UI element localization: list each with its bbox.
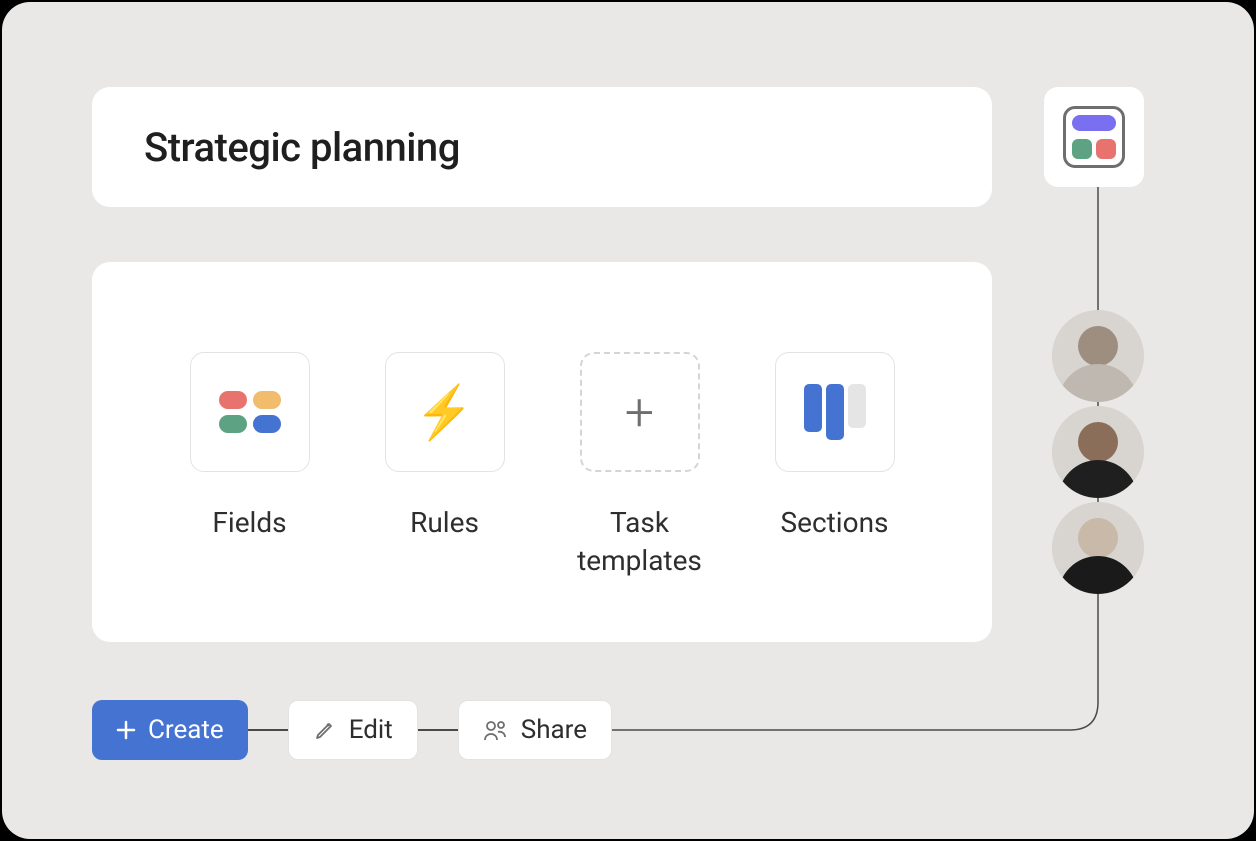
feature-label: Fields [212,504,286,542]
title-card: Strategic planning [92,87,992,207]
avatar-user-2[interactable] [1052,406,1144,498]
create-button[interactable]: Create [92,700,248,760]
avatar-user-3[interactable] [1052,502,1144,594]
action-bar: Create Edit Share [92,700,612,760]
avatar-user-1[interactable] [1052,310,1144,402]
button-label: Share [521,715,587,745]
edit-button[interactable]: Edit [288,700,418,760]
feature-task-templates[interactable]: + Task templates [550,352,730,580]
feature-label: Sections [781,504,889,542]
button-label: Edit [349,715,393,745]
canvas: Strategic planning Fields ⚡ Rules + [2,2,1254,839]
feature-fields[interactable]: Fields [160,352,340,542]
bolt-icon: ⚡ [385,352,505,472]
features-card: Fields ⚡ Rules + Task templates Sections [92,262,992,642]
plus-dashed-icon: + [580,352,700,472]
pencil-icon [313,718,337,742]
button-label: Create [148,715,224,745]
share-button[interactable]: Share [458,700,612,760]
feature-label: Rules [410,504,479,542]
people-icon [483,718,509,742]
feature-sections[interactable]: Sections [745,352,925,542]
plus-icon [116,720,136,740]
fields-icon [190,352,310,472]
feature-label: Task templates [550,504,730,580]
sections-icon [775,352,895,472]
page-title: Strategic planning [144,124,460,171]
feature-rules[interactable]: ⚡ Rules [355,352,535,542]
app-icon [1063,106,1125,168]
app-icon-card[interactable] [1044,87,1144,187]
